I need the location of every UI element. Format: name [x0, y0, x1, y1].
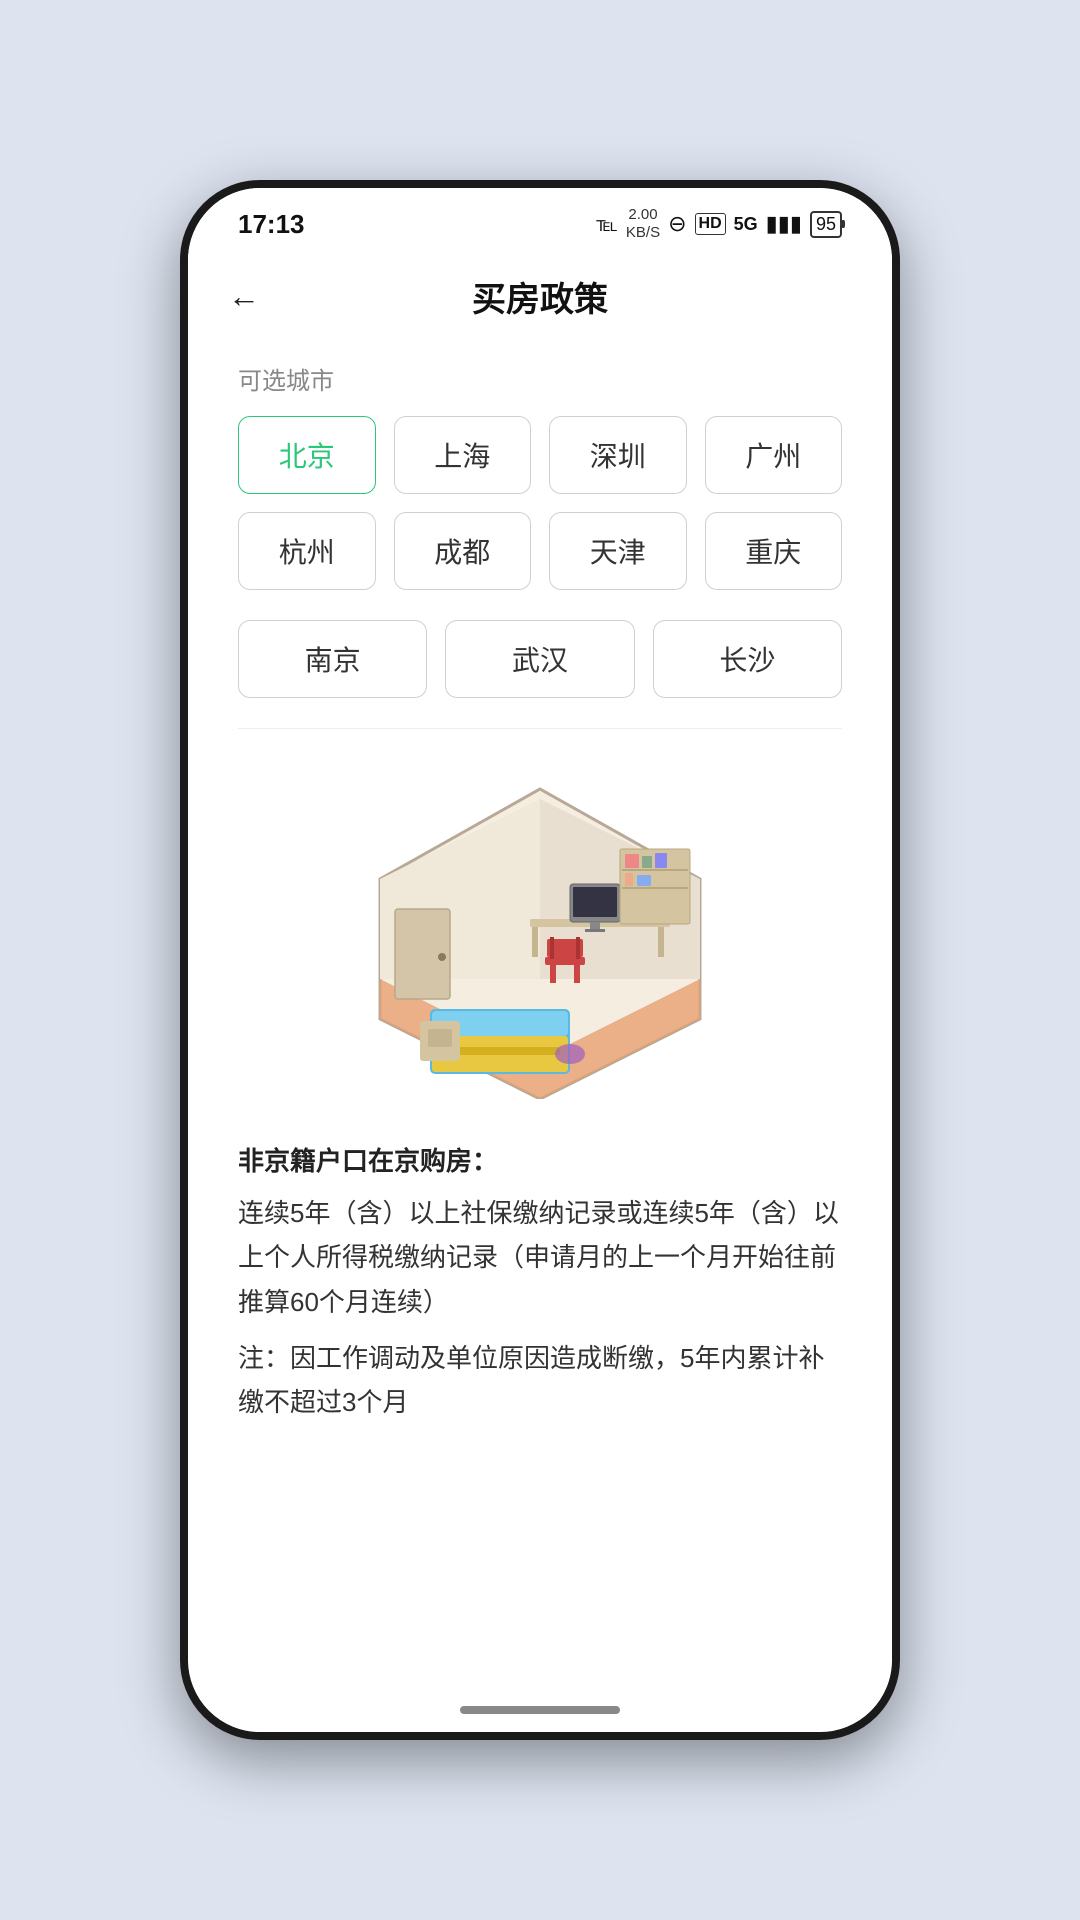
kb-speed: 2.00 KB/S: [626, 206, 660, 242]
city-button-guangzhou[interactable]: 广州: [705, 416, 843, 494]
city-grid-row3: 南京 武汉 长沙: [238, 620, 842, 698]
section-divider: [238, 728, 842, 729]
city-button-wuhan[interactable]: 武汉: [445, 620, 634, 698]
city-button-hangzhou[interactable]: 杭州: [238, 512, 376, 590]
room-illustration: [238, 759, 842, 1129]
city-button-shenzhen[interactable]: 深圳: [549, 416, 687, 494]
hd-icon: HD: [695, 213, 726, 235]
status-time: 17:13: [238, 209, 305, 240]
city-grid-row1: 北京 上海 深圳 广州 杭州 成都 天津 重庆: [238, 416, 842, 590]
status-icons: ℡ 2.00 KB/S ⊖ HD 5G ▮▮▮ 95: [596, 206, 842, 242]
room-svg: [370, 779, 710, 1099]
policy-title: 非京籍户口在京购房：: [238, 1139, 842, 1183]
status-bar: 17:13 ℡ 2.00 KB/S ⊖ HD 5G ▮▮▮ 95: [188, 188, 892, 252]
policy-body: 连续5年（含）以上社保缴纳记录或连续5年（含）以上个人所得税缴纳记录（申请月的上…: [238, 1191, 842, 1324]
5g-icon: 5G: [734, 214, 758, 235]
city-button-nanjing[interactable]: 南京: [238, 620, 427, 698]
city-section-label: 可选城市: [238, 361, 842, 396]
city-button-changsha[interactable]: 长沙: [653, 620, 842, 698]
city-button-shanghai[interactable]: 上海: [394, 416, 532, 494]
page-header: ← 买房政策: [188, 252, 892, 341]
bluetooth-icon: ℡: [596, 212, 617, 237]
main-content: 可选城市 北京 上海 深圳 广州 杭州 成都 天津 重庆 南京 武汉 长沙: [188, 341, 892, 1574]
back-button[interactable]: ←: [228, 278, 260, 315]
city-button-chengdu[interactable]: 成都: [394, 512, 532, 590]
city-button-beijing[interactable]: 北京: [238, 416, 376, 494]
signal-icon: ▮▮▮: [766, 211, 802, 237]
policy-text-area: 非京籍户口在京购房： 连续5年（含）以上社保缴纳记录或连续5年（含）以上个人所得…: [238, 1129, 842, 1434]
battery-icon: 95: [810, 211, 842, 238]
city-button-tianjin[interactable]: 天津: [549, 512, 687, 590]
battery-level: 95: [816, 214, 836, 235]
home-indicator: [460, 1706, 620, 1714]
wifi-icon: ⊖: [668, 211, 686, 237]
page-title: 买房政策: [472, 272, 608, 321]
policy-note: 注：因工作调动及单位原因造成断缴，5年内累计补缴不超过3个月: [238, 1336, 842, 1424]
city-button-chongqing[interactable]: 重庆: [705, 512, 843, 590]
